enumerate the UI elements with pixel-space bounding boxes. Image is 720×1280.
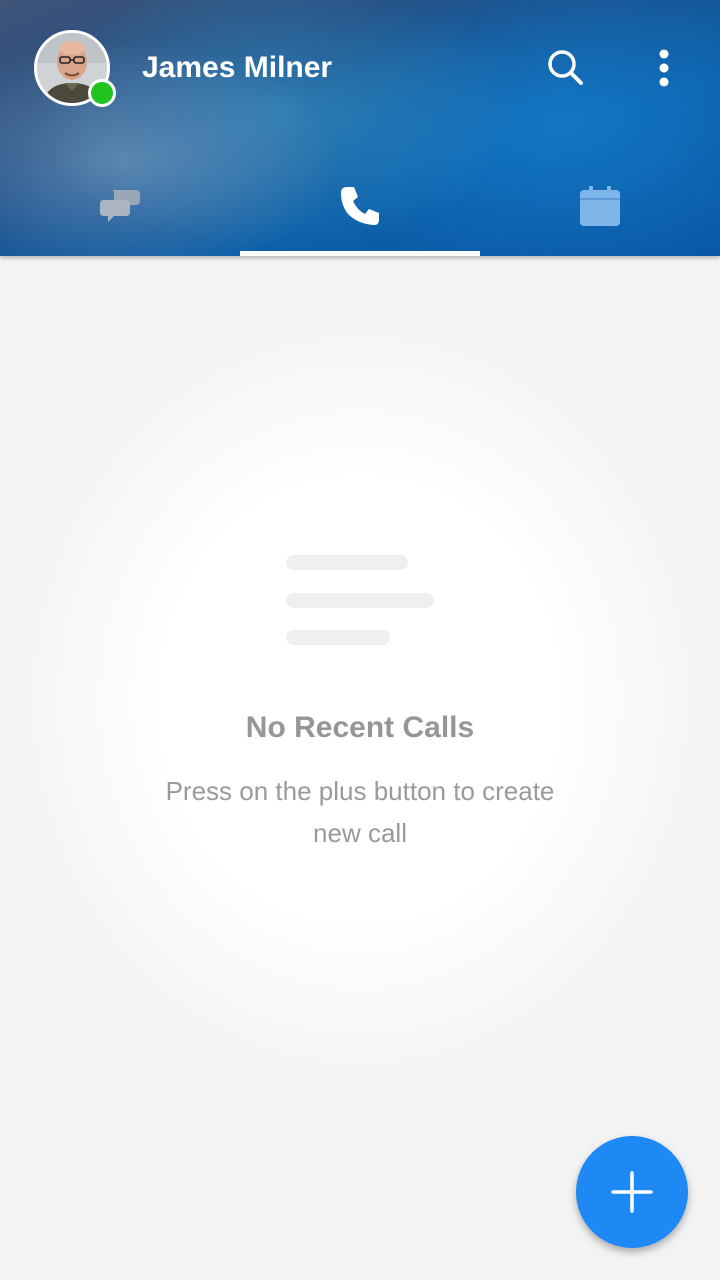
empty-state-subtitle: Press on the plus button to create new c… [165,776,555,848]
search-button[interactable] [544,46,588,90]
user-name: James Milner [142,51,333,84]
more-options-button[interactable] [646,46,682,90]
placeholder-line [286,630,390,645]
phone-icon [341,187,379,225]
tab-bar [0,160,720,256]
tab-chats[interactable] [0,160,240,256]
placeholder-line [286,593,434,608]
calendar-icon [580,186,620,226]
app-header: James Milner [0,0,720,256]
new-call-button[interactable] [576,1136,688,1248]
tab-calls[interactable] [240,160,480,256]
empty-state-title: No Recent Calls [245,711,475,744]
calls-screen: James Milner No Recent Calls Press on th… [0,0,720,1280]
tab-calendar[interactable] [480,160,720,256]
selected-tab-indicator [240,251,480,256]
online-status-indicator [88,79,116,107]
empty-list-illustration [286,555,436,650]
chat-bubbles-icon [100,190,140,222]
search-icon [548,50,583,85]
plus-icon [611,1171,653,1213]
more-vert-icon [659,49,669,87]
placeholder-line [286,555,408,570]
